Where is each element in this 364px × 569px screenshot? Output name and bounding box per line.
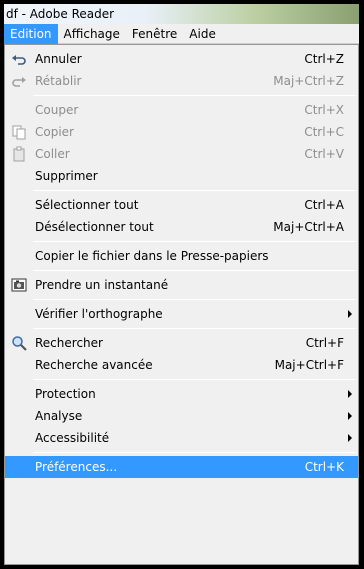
search-icon — [11, 335, 27, 351]
menu-item-copier-fichier[interactable]: Copier le fichier dans le Presse-papiers — [5, 245, 358, 267]
menu-item-label: Analyse — [35, 409, 83, 423]
menu-item-label: Copier — [35, 125, 74, 139]
menu-affichage[interactable]: Affichage — [58, 24, 126, 44]
menu-item-accessibilite[interactable]: Accessibilité — [5, 427, 358, 449]
menu-item-shortcut: Ctrl+C — [304, 125, 344, 139]
menu-item-label: Protection — [35, 387, 96, 401]
menu-separator — [33, 270, 356, 271]
menu-separator — [33, 190, 356, 191]
application-frame: df - Adobe Reader Edition Affichage Fenê… — [0, 0, 364, 569]
camera-icon — [11, 277, 27, 293]
menu-separator — [33, 452, 356, 453]
menu-item-shortcut: Maj+Ctrl+A — [273, 220, 344, 234]
menu-item-deselectionner-tout[interactable]: Désélectionner tout Maj+Ctrl+A — [5, 216, 358, 238]
menu-item-instantane[interactable]: Prendre un instantané — [5, 274, 358, 296]
submenu-arrow-icon — [348, 310, 352, 318]
menu-item-label: Rétablir — [35, 74, 82, 88]
paste-icon — [11, 146, 27, 162]
edition-dropdown-menu: Annuler Ctrl+Z Rétablir Maj+Ctrl+Z Coupe… — [4, 44, 359, 565]
menu-item-label: Prendre un instantané — [35, 278, 169, 292]
menu-edition[interactable]: Edition — [4, 23, 58, 44]
menu-item-label: Supprimer — [35, 169, 98, 183]
menu-item-shortcut: Ctrl+F — [305, 336, 344, 350]
menu-separator — [33, 95, 356, 96]
submenu-arrow-icon — [348, 412, 352, 420]
menu-item-annuler[interactable]: Annuler Ctrl+Z — [5, 48, 358, 70]
menu-item-analyse[interactable]: Analyse — [5, 405, 358, 427]
menu-item-label: Annuler — [35, 52, 82, 66]
menu-item-supprimer[interactable]: Supprimer — [5, 165, 358, 187]
menu-item-shortcut: Ctrl+X — [304, 103, 344, 117]
menu-item-couper[interactable]: Couper Ctrl+X — [5, 99, 358, 121]
menu-item-retablir[interactable]: Rétablir Maj+Ctrl+Z — [5, 70, 358, 92]
menu-item-label: Préférences... — [35, 460, 118, 474]
menu-separator — [33, 299, 356, 300]
menu-item-shortcut: Ctrl+V — [304, 147, 344, 161]
menu-item-rechercher[interactable]: Rechercher Ctrl+F — [5, 332, 358, 354]
submenu-arrow-icon — [348, 434, 352, 442]
menu-item-label: Recherche avancée — [35, 358, 153, 372]
menu-item-shortcut: Maj+Ctrl+F — [274, 358, 344, 372]
menu-item-copier[interactable]: Copier Ctrl+C — [5, 121, 358, 143]
menu-item-label: Couper — [35, 103, 79, 117]
menu-item-protection[interactable]: Protection — [5, 383, 358, 405]
menu-bar: Edition Affichage Fenêtre Aide — [4, 23, 359, 44]
menu-item-shortcut: Maj+Ctrl+Z — [273, 74, 344, 88]
menu-aide[interactable]: Aide — [183, 24, 222, 44]
menu-item-label: Accessibilité — [35, 431, 110, 445]
menu-item-shortcut: Ctrl+K — [304, 460, 344, 474]
menu-item-label: Désélectionner tout — [35, 220, 154, 234]
undo-icon — [11, 51, 27, 67]
menu-item-recherche-avancee[interactable]: Recherche avancée Maj+Ctrl+F — [5, 354, 358, 376]
menu-item-selectionner-tout[interactable]: Sélectionner tout Ctrl+A — [5, 194, 358, 216]
menu-item-label: Vérifier l'orthographe — [35, 307, 163, 321]
menu-item-verifier-orthographe[interactable]: Vérifier l'orthographe — [5, 303, 358, 325]
menu-item-shortcut: Ctrl+A — [304, 198, 344, 212]
menu-item-preferences[interactable]: Préférences... Ctrl+K — [5, 456, 358, 478]
redo-icon — [11, 73, 27, 89]
copy-icon — [11, 124, 27, 140]
menu-item-label: Copier le fichier dans le Presse-papiers — [35, 249, 269, 263]
menu-separator — [33, 379, 356, 380]
submenu-arrow-icon — [348, 390, 352, 398]
menu-fenetre[interactable]: Fenêtre — [126, 24, 183, 44]
menu-separator — [33, 328, 356, 329]
menu-item-label: Rechercher — [35, 336, 103, 350]
window-title: df - Adobe Reader — [4, 4, 359, 24]
menu-item-shortcut: Ctrl+Z — [304, 52, 344, 66]
menu-separator — [33, 241, 356, 242]
menu-item-label: Coller — [35, 147, 70, 161]
menu-item-coller[interactable]: Coller Ctrl+V — [5, 143, 358, 165]
menu-item-label: Sélectionner tout — [35, 198, 139, 212]
